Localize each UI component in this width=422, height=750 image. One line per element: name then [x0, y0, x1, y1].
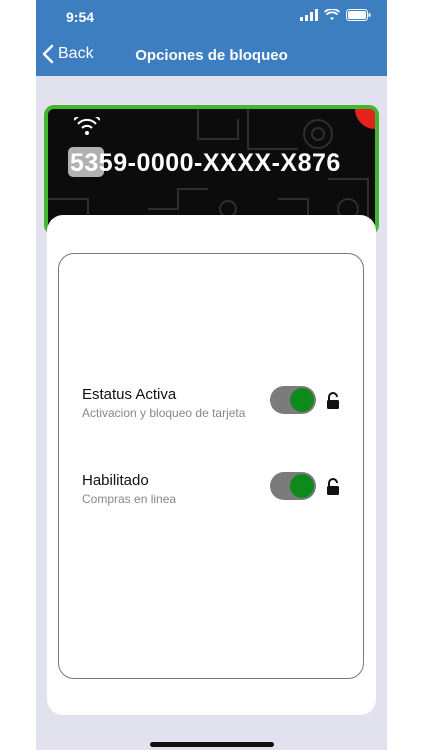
- card-number: 5359-0000-XXXX-X876: [70, 149, 341, 177]
- status-time: 9:54: [66, 9, 95, 25]
- phone-screen: 9:54 Back Opciones de bloqueo 5359-0000-…: [36, 0, 387, 750]
- battery-icon: [346, 9, 371, 21]
- home-indicator: [150, 742, 274, 747]
- toggle-knob: [290, 388, 314, 412]
- option-title: Estatus Activa: [82, 386, 177, 403]
- option-title: Habilitado: [82, 472, 149, 489]
- credit-card: 5359-0000-XXXX-X876: [48, 109, 375, 231]
- habilitado-toggle[interactable]: [270, 472, 316, 500]
- option-row-estatus: Estatus Activa Activacion y bloqueo de t…: [82, 386, 362, 426]
- status-bar: 9:54: [36, 0, 387, 34]
- estatus-toggle[interactable]: [270, 386, 316, 414]
- option-subtitle: Activacion y bloqueo de tarjeta: [82, 406, 246, 420]
- toggle-knob: [290, 474, 314, 498]
- status-icons: [300, 9, 371, 21]
- option-subtitle: Compras en linea: [82, 492, 177, 506]
- options-panel: Estatus Activa Activacion y bloqueo de t…: [47, 215, 376, 715]
- navigation-bar: Back Opciones de bloqueo: [36, 34, 387, 76]
- signal-icon: [300, 9, 318, 21]
- unlock-icon: [327, 478, 339, 495]
- options-box: Estatus Activa Activacion y bloqueo de t…: [58, 253, 364, 679]
- unlock-icon: [327, 392, 339, 409]
- contactless-icon: [74, 117, 100, 135]
- wifi-icon: [324, 9, 340, 20]
- option-row-habilitado: Habilitado Compras en linea: [82, 472, 362, 512]
- page-title: Opciones de bloqueo: [135, 47, 288, 64]
